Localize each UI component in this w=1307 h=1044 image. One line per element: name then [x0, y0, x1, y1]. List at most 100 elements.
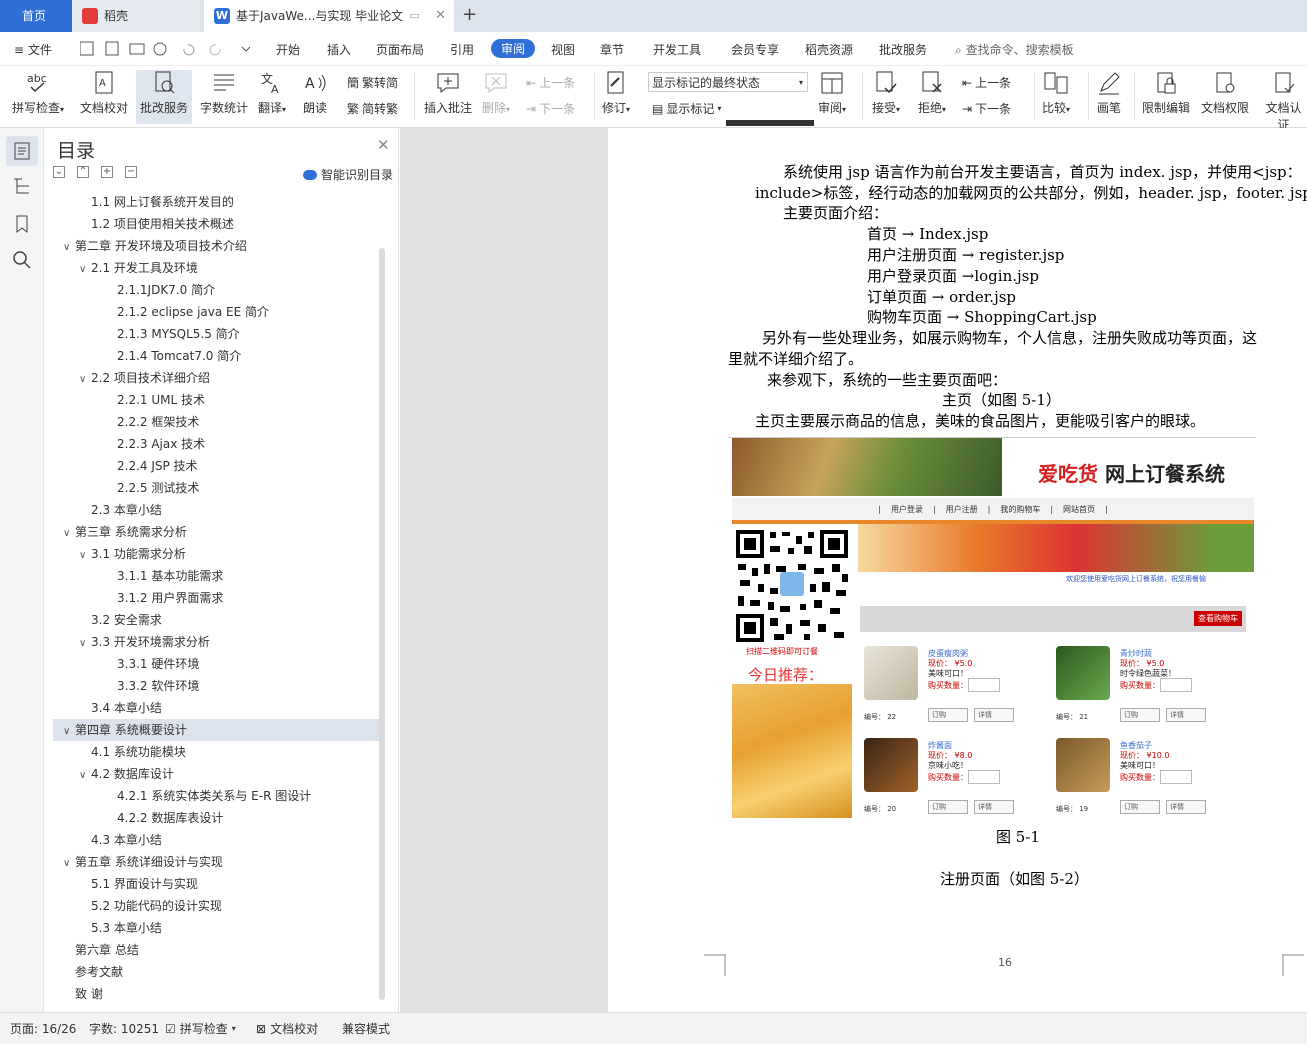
file-menu[interactable]: ≡ 文件 — [14, 41, 52, 58]
toc-item[interactable]: 第六章 总结 — [53, 939, 379, 961]
read-aloud-button[interactable]: A 朗读 — [302, 70, 328, 116]
doc-certify-button[interactable]: 文档认证 — [1260, 70, 1307, 133]
accept-button[interactable]: 接受▾ — [872, 70, 900, 116]
word-count-button[interactable]: 字数统计 — [200, 70, 248, 116]
chevron-down-icon[interactable]: ∨ — [79, 633, 91, 655]
markup-state-select[interactable]: 显示标记的最终状态 ▾ — [648, 72, 808, 92]
chevron-down-icon[interactable]: ∨ — [79, 369, 91, 391]
menu-reference[interactable]: 引用 — [450, 41, 474, 58]
chevron-down-icon[interactable]: ∨ — [63, 721, 75, 743]
translate-button[interactable]: 文A 翻译▾ — [258, 70, 286, 116]
menu-insert[interactable]: 插入 — [327, 41, 351, 58]
toc-item[interactable]: 3.4 本章小结 — [53, 697, 379, 719]
to-simplified-button[interactable]: 繁简转繁 — [347, 100, 398, 117]
menu-layout[interactable]: 页面布局 — [376, 41, 424, 58]
close-icon[interactable]: ✕ — [377, 136, 390, 154]
toc-item[interactable]: 4.3 本章小结 — [53, 829, 379, 851]
quick-access-icons[interactable] — [80, 41, 250, 57]
toc-item[interactable]: 2.2.2 框架技术 — [53, 411, 379, 433]
toc-item[interactable]: 5.3 本章小结 — [53, 917, 379, 939]
doc-permission-button[interactable]: 文档权限 — [1201, 70, 1249, 116]
menu-devtools[interactable]: 开发工具 — [653, 41, 701, 58]
track-changes-button[interactable]: 修订▾ — [602, 70, 630, 116]
correct-service-button[interactable]: 批改服务 — [136, 70, 193, 124]
toc-panel-tab[interactable] — [6, 136, 38, 166]
toc-item[interactable]: 5.2 功能代码的设计实现 — [53, 895, 379, 917]
collapse-all-icon[interactable]: ⌄ — [53, 166, 65, 178]
toc-item[interactable]: 3.3.1 硬件环境 — [53, 653, 379, 675]
toc-item[interactable]: 致 谢 — [53, 983, 379, 1005]
toc-item[interactable]: 2.1.3 MYSQL5.5 简介 — [53, 323, 379, 345]
toc-item[interactable]: 2.2.4 JSP 技术 — [53, 455, 379, 477]
toc-item[interactable]: 2.1.2 eclipse java EE 简介 — [53, 301, 379, 323]
toc-item[interactable]: 3.2 安全需求 — [53, 609, 379, 631]
proofread-status[interactable]: ⊠ 文档校对 — [256, 1020, 318, 1037]
toc-item[interactable]: 1.2 项目使用相关技术概述 — [53, 213, 379, 235]
restrict-edit-button[interactable]: 限制编辑 — [1142, 70, 1190, 116]
tab-home[interactable]: 首页 — [0, 0, 72, 32]
menu-review[interactable]: 审阅 — [491, 39, 536, 58]
remove-heading-icon[interactable]: − — [125, 166, 137, 178]
toc-item[interactable]: 1.1 网上订餐系统开发目的 — [53, 191, 379, 213]
toc-item[interactable]: ∨ 3.1 功能需求分析 — [53, 543, 379, 565]
toc-scrollbar[interactable] — [379, 248, 385, 1000]
next-change-button[interactable]: ⇥ 下一条 — [962, 100, 1011, 117]
menu-view[interactable]: 视图 — [551, 41, 575, 58]
menu-correct-service[interactable]: 批改服务 — [879, 41, 927, 58]
tab-daoke[interactable]: 稻壳 — [72, 0, 200, 32]
delete-comment-button[interactable]: 删除▾ — [482, 70, 510, 116]
chevron-down-icon[interactable]: ∨ — [79, 545, 91, 567]
toc-item[interactable]: 2.3 本章小结 — [53, 499, 379, 521]
toc-item[interactable]: 3.1.1 基本功能需求 — [53, 565, 379, 587]
toc-item[interactable]: ∨ 第三章 系统需求分析 — [53, 521, 379, 543]
review-pane-button[interactable]: 审阅▾ — [818, 70, 846, 116]
toc-item[interactable]: ∨ 第四章 系统概要设计 — [53, 719, 379, 741]
monitor-icon[interactable]: ▭ — [409, 0, 419, 32]
tab-document[interactable]: W 基于JavaWe...与实现 毕业论文 ▭ ✕ — [204, 0, 454, 32]
chevron-down-icon[interactable]: ∨ — [63, 237, 75, 259]
smart-toc-button[interactable]: 智能识别目录 — [303, 166, 393, 183]
prev-comment-button[interactable]: ⇤ 上一条 — [526, 74, 575, 91]
toc-item[interactable]: 2.2.3 Ajax 技术 — [53, 433, 379, 455]
find-panel-tab[interactable] — [12, 250, 32, 270]
close-icon[interactable]: ✕ — [435, 0, 446, 32]
toc-item[interactable]: 5.1 界面设计与实现 — [53, 873, 379, 895]
toc-item[interactable]: ∨ 3.3 开发环境需求分析 — [53, 631, 379, 653]
proofread-button[interactable]: A 文档校对 — [80, 70, 128, 116]
menu-daoke-resources[interactable]: 稻壳资源 — [805, 41, 853, 58]
toc-item[interactable]: ∨ 第五章 系统详细设计与实现 — [53, 851, 379, 873]
next-comment-button[interactable]: ⇥ 下一条 — [526, 100, 575, 117]
toc-item[interactable]: 2.2.5 测试技术 — [53, 477, 379, 499]
menu-start[interactable]: 开始 — [276, 41, 300, 58]
sections-panel-tab[interactable] — [12, 176, 32, 196]
toc-item[interactable]: ∨ 2.1 开发工具及环境 — [53, 257, 379, 279]
page-indicator[interactable]: 页面: 16/26 — [10, 1020, 76, 1037]
toc-item[interactable]: 4.2.1 系统实体类关系与 E-R 图设计 — [53, 785, 379, 807]
menu-member[interactable]: 会员专享 — [731, 41, 779, 58]
toc-item[interactable]: 4.2.2 数据库表设计 — [53, 807, 379, 829]
toc-item[interactable]: 3.1.2 用户界面需求 — [53, 587, 379, 609]
chevron-down-icon[interactable]: ∨ — [79, 765, 91, 787]
toc-item[interactable]: ∨ 4.2 数据库设计 — [53, 763, 379, 785]
prev-change-button[interactable]: ⇤ 上一条 — [962, 74, 1011, 91]
chevron-down-icon[interactable]: ∨ — [79, 259, 91, 281]
expand-up-icon[interactable]: ⌃ — [77, 166, 89, 178]
chevron-down-icon[interactable]: ∨ — [63, 523, 75, 545]
reject-button[interactable]: 拒绝▾ — [918, 70, 946, 116]
pen-button[interactable]: 画笔 — [1096, 70, 1122, 116]
toc-item[interactable]: 2.1.4 Tomcat7.0 简介 — [53, 345, 379, 367]
spell-check-button[interactable]: abc 拼写检查▾ — [12, 70, 64, 116]
word-count-status[interactable]: 字数: 10251 — [89, 1020, 159, 1037]
toc-item[interactable]: 4.1 系统功能模块 — [53, 741, 379, 763]
bookmark-panel-tab[interactable] — [12, 214, 32, 234]
toc-item[interactable]: ∨ 第二章 开发环境及项目技术介绍 — [53, 235, 379, 257]
new-tab-plus-icon[interactable]: + — [462, 4, 477, 25]
show-markup-button[interactable]: ▤ 显示标记 ▾ — [652, 100, 721, 117]
toc-item[interactable]: 2.1.1JDK7.0 简介 — [53, 279, 379, 301]
chevron-down-icon[interactable]: ∨ — [63, 853, 75, 875]
to-traditional-button[interactable]: 簡繁转简 — [347, 74, 398, 91]
menu-chapter[interactable]: 章节 — [600, 41, 624, 58]
spell-check-status[interactable]: ☑ 拼写检查 ▾ — [165, 1020, 236, 1037]
toc-item[interactable]: 3.3.2 软件环境 — [53, 675, 379, 697]
toc-item[interactable]: 2.2.1 UML 技术 — [53, 389, 379, 411]
